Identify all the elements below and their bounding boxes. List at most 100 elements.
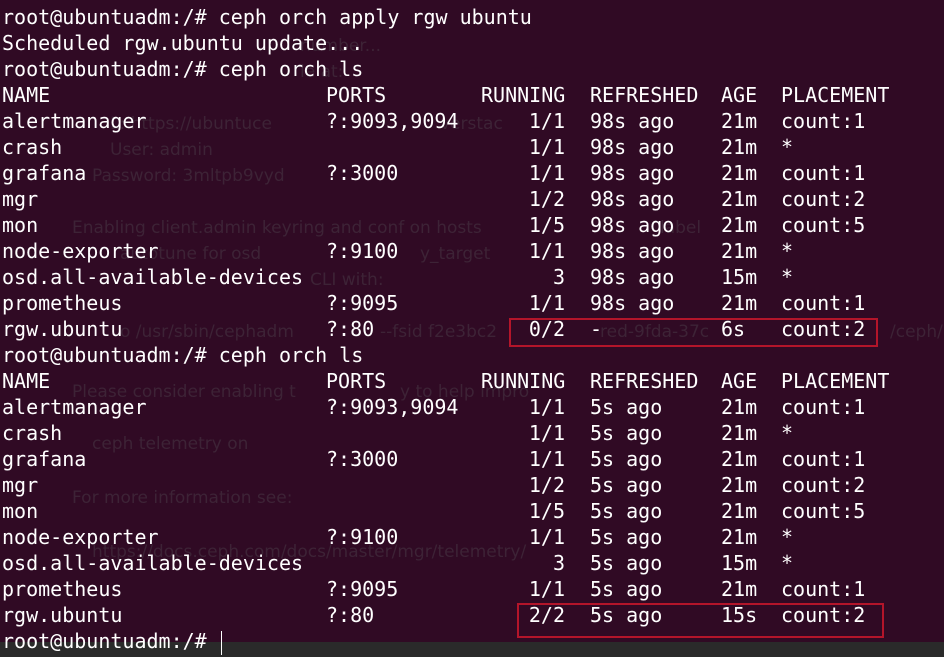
cell-name: alertmanager: [2, 395, 147, 419]
cell-placement: count:1: [781, 109, 866, 133]
ghost-text: /ceph/: [890, 322, 943, 342]
command-line: root@ubuntuadm:/# ceph orch ls: [2, 56, 532, 82]
cell-age: 21m: [721, 421, 758, 445]
table-row: grafana ?:3000 1/1 5s ago 21m count:1: [2, 446, 865, 472]
cell-refreshed: 5s ago: [590, 421, 663, 445]
table-row: grafana ?:3000 1/1 98s ago 21m count:1: [2, 160, 865, 186]
cell-running: 1/1: [528, 135, 565, 159]
table-row: osd.all-available-devices 3 98s ago 15m *: [2, 264, 793, 290]
table-row: prometheus ?:9095 1/1 5s ago 21m count:1: [2, 576, 865, 602]
cell-ports: ?:9095: [326, 577, 399, 601]
cell-refreshed: 98s ago: [590, 187, 675, 211]
cell-age: 21m: [721, 395, 758, 419]
cell-refreshed: 5s ago: [590, 395, 663, 419]
cell-age: 21m: [721, 187, 758, 211]
cell-name: mon: [2, 499, 39, 523]
cell-running: 1/1: [528, 239, 565, 263]
table-row: mon 1/5 5s ago 21m count:5: [2, 498, 865, 524]
cell-running: 1/1: [528, 395, 565, 419]
cell-ports: ?:9093,9094: [326, 109, 459, 133]
cell-running: 1/1: [528, 525, 565, 549]
cell-placement: *: [781, 265, 794, 289]
prompt: root@ubuntuadm:/#: [2, 5, 219, 29]
table-row: node-exporter ?:9100 1/1 5s ago 21m *: [2, 524, 793, 550]
cell-running: 3: [552, 551, 565, 575]
cell-refreshed: 98s ago: [590, 291, 675, 315]
cell-age: 21m: [721, 239, 758, 263]
cell-name: grafana: [2, 161, 87, 185]
table-row: mgr 1/2 5s ago 21m count:2: [2, 472, 865, 498]
cell-age: 21m: [721, 109, 758, 133]
cell-refreshed: 98s ago: [590, 265, 675, 289]
table-row: prometheus ?:9095 1/1 98s ago 21m count:1: [2, 290, 865, 316]
cell-age: 21m: [721, 291, 758, 315]
command-line: root@ubuntuadm:/# ceph orch apply rgw ub…: [2, 4, 532, 30]
cell-refreshed: 5s ago: [590, 499, 663, 523]
header-ports: PORTS: [326, 369, 387, 393]
table-row: rgw.ubuntu ?:80 0/2-6s count:2: [2, 316, 865, 342]
cell-running: 1/2: [528, 187, 565, 211]
cell-ports: ?:9093,9094: [326, 395, 459, 419]
table-row: mon 1/5 98s ago 21m count:5: [2, 212, 865, 238]
prompt: root@ubuntuadm:/#: [2, 343, 219, 367]
cell-refreshed: 5s ago: [590, 473, 663, 497]
cell-placement: count:1: [781, 577, 866, 601]
cell-name: prometheus: [2, 577, 123, 601]
table-row: crash 1/1 5s ago 21m *: [2, 420, 793, 446]
cell-placement: count:5: [781, 213, 866, 237]
terminal-output: root@ubuntuadm:/# ceph orch apply rgw ub…: [2, 4, 889, 655]
cell-running: 1/1: [528, 421, 565, 445]
command-text: ceph orch ls: [218, 343, 364, 367]
highlight-box-rgw-pending: [509, 318, 878, 347]
command-text: ceph orch ls: [218, 57, 364, 81]
text-cursor: [220, 630, 222, 655]
command-line: root@ubuntuadm:/# ceph orch ls: [2, 342, 532, 368]
cell-running: 1/1: [528, 109, 565, 133]
cell-age: 15m: [721, 265, 758, 289]
cell-name: crash: [2, 421, 63, 445]
cell-refreshed: 98s ago: [590, 135, 675, 159]
cell-placement: *: [781, 525, 794, 549]
cell-name: osd.all-available-devices: [2, 265, 304, 289]
cell-placement: count:1: [781, 161, 866, 185]
command-text: ceph orch apply rgw ubuntu: [218, 5, 532, 29]
cell-refreshed: 98s ago: [590, 161, 675, 185]
cell-running: 1/1: [528, 447, 565, 471]
cell-age: 21m: [721, 577, 758, 601]
header-placement: PLACEMENT: [781, 369, 890, 393]
table-header: NAME PORTS RUNNING REFRESHED AGE PLACEME…: [2, 82, 889, 108]
cell-placement: count:1: [781, 447, 866, 471]
table-row: rgw.ubuntu ?:80 2/2 5s ago 15s count:2: [2, 602, 865, 628]
cell-ports: ?:9100: [326, 239, 399, 263]
cell-age: 21m: [721, 473, 758, 497]
terminal-window[interactable]: number... le at: L: https://ubuntuce ver…: [0, 0, 944, 657]
cell-refreshed: 98s ago: [590, 109, 675, 133]
cell-running: 1/5: [528, 499, 565, 523]
cell-name: grafana: [2, 447, 87, 471]
cell-age: 21m: [721, 135, 758, 159]
cell-ports: ?:3000: [326, 161, 399, 185]
cell-age: 15m: [721, 551, 758, 575]
cell-name: mgr: [2, 473, 39, 497]
cell-refreshed: 5s ago: [590, 577, 663, 601]
cell-placement: count:5: [781, 499, 866, 523]
cell-refreshed: 5s ago: [590, 525, 663, 549]
cell-placement: *: [781, 421, 794, 445]
cell-running: 3: [552, 265, 565, 289]
cell-placement: *: [781, 551, 794, 575]
prompt: root@ubuntuadm:/#: [2, 57, 219, 81]
cell-placement: *: [781, 135, 794, 159]
command-line[interactable]: root@ubuntuadm:/#: [2, 628, 532, 655]
cell-name: osd.all-available-devices: [2, 551, 304, 575]
header-placement: PLACEMENT: [781, 83, 890, 107]
table-row: alertmanager ?:9093,9094 1/1 5s ago 21m count…: [2, 394, 865, 420]
cell-ports: ?:9100: [326, 525, 399, 549]
cell-refreshed: 5s ago: [590, 447, 663, 471]
header-name: NAME: [2, 369, 51, 393]
cell-name: mgr: [2, 187, 39, 211]
cell-name: prometheus: [2, 291, 123, 315]
header-name: NAME: [2, 83, 51, 107]
cell-name: mon: [2, 213, 39, 237]
cell-placement: *: [781, 239, 794, 263]
cell-age: 21m: [721, 447, 758, 471]
